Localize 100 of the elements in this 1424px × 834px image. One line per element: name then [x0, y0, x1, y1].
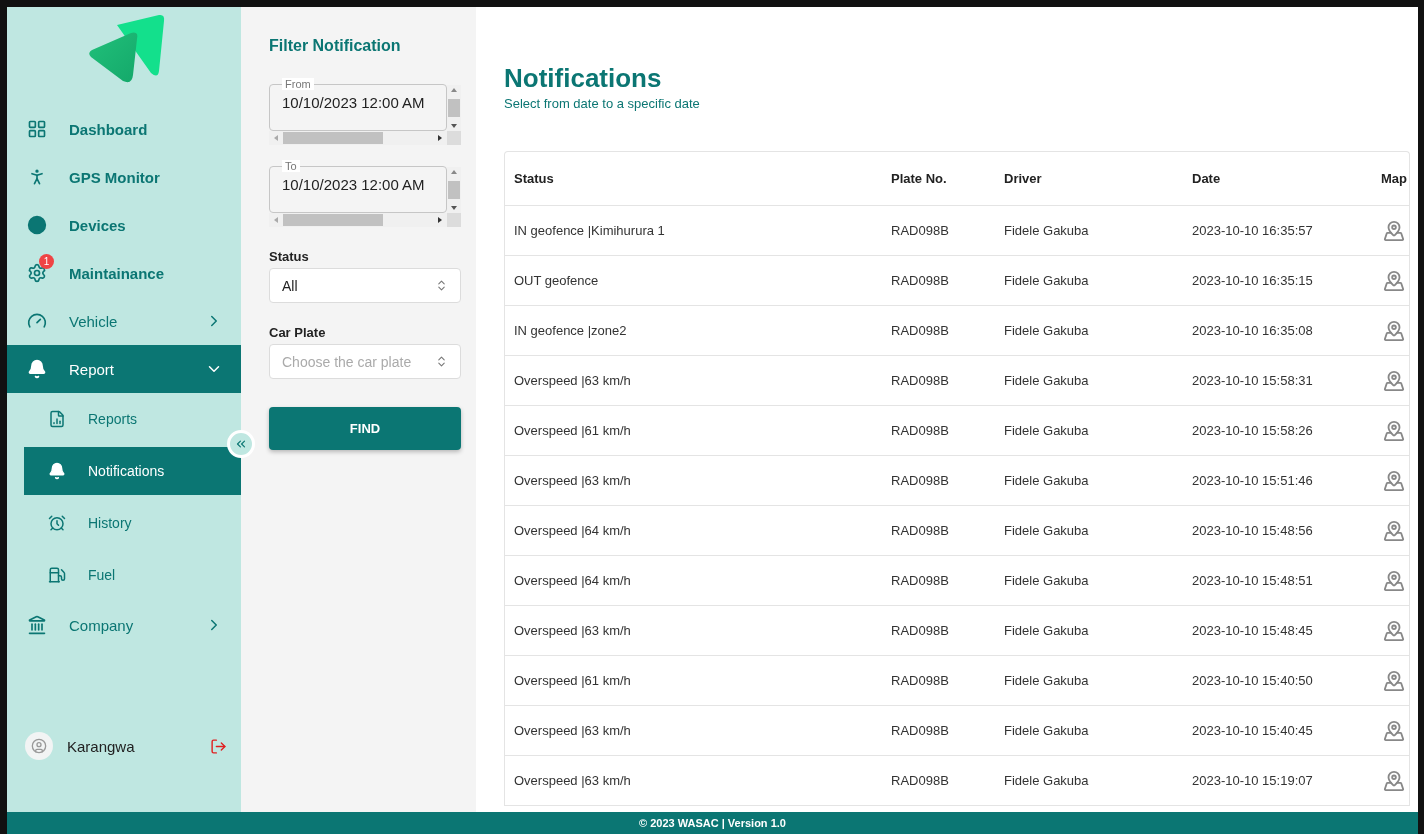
table-cell-text: Overspeed |63 km/h: [514, 773, 632, 788]
scroll-left-arrow-icon[interactable]: [273, 217, 279, 223]
column-header: Date: [1192, 171, 1222, 186]
table-cell-text: RAD098B: [891, 723, 950, 738]
table-cell-text: Fidele Gakuba: [1004, 523, 1090, 538]
sidebar-item[interactable]: Dashboard: [7, 105, 241, 153]
table-cell-text: Fidele Gakuba: [1004, 623, 1090, 638]
table-cell-text: IN geofence |zone2: [514, 323, 628, 338]
table-cell-text: 2023-10-10 15:48:51: [1192, 573, 1314, 588]
table-cell-text: Fidele Gakuba: [1004, 273, 1090, 288]
table-cell-text: 2023-10-10 15:58:26: [1192, 423, 1314, 438]
table-cell-text: RAD098B: [891, 673, 950, 688]
map-pin-icon[interactable]: [1383, 669, 1405, 692]
bell-icon: [48, 462, 66, 480]
column-header: Status: [514, 171, 555, 186]
scroll-down-arrow-icon[interactable]: [451, 205, 457, 211]
table-cell-text: Fidele Gakuba: [1004, 323, 1090, 338]
settings-icon: [27, 263, 47, 283]
map-pin-icon[interactable]: [1383, 219, 1405, 242]
table-cell-text: 2023-10-10 15:48:45: [1192, 623, 1314, 638]
field-label: Car Plate: [269, 325, 327, 340]
sidebar-subitem[interactable]: Fuel: [24, 551, 241, 599]
table-cell-text: 2023-10-10 15:51:46: [1192, 473, 1314, 488]
scroll-right-arrow-icon[interactable]: [437, 217, 443, 223]
map-pin-icon[interactable]: [1383, 569, 1405, 592]
fuel-icon: [48, 566, 66, 584]
column-header: Map: [1381, 171, 1408, 186]
footer: © 2023 WASAC | Version 1.0: [7, 812, 1418, 834]
horizontal-scrollbar[interactable]: [269, 213, 447, 227]
table-cell-text: Fidele Gakuba: [1004, 573, 1090, 588]
table-cell-text: Overspeed |63 km/h: [514, 723, 632, 738]
date-input-field[interactable]: To 10/10/2023 12:00 AM: [269, 160, 447, 213]
logout-icon[interactable]: [210, 737, 227, 755]
table-cell-text: Overspeed |63 km/h: [514, 373, 632, 388]
sidebar-item[interactable]: Devices: [7, 201, 241, 249]
sidebar-item[interactable]: GPS Monitor: [7, 153, 241, 201]
scroll-left-arrow-icon[interactable]: [273, 135, 279, 141]
double-chevron-left-icon: [234, 437, 248, 451]
table-cell-text: Fidele Gakuba: [1004, 673, 1090, 688]
table-cell-text: 2023-10-10 15:58:31: [1192, 373, 1314, 388]
map-pin-icon[interactable]: [1383, 419, 1405, 442]
sidebar-item[interactable]: Vehicle: [7, 297, 241, 345]
table-cell-text: Overspeed |63 km/h: [514, 623, 632, 638]
gauge-icon: [27, 311, 47, 331]
sidebar-item[interactable]: Report: [7, 345, 241, 393]
scroll-up-arrow-icon[interactable]: [451, 87, 457, 93]
scrollbar-corner: [447, 213, 461, 227]
up-down-chevron-icon: [435, 355, 448, 368]
status-select[interactable]: All: [269, 268, 461, 303]
map-pin-icon[interactable]: [1383, 619, 1405, 642]
sidebar-subitem[interactable]: Notifications: [24, 447, 241, 495]
sidebar-subitem[interactable]: History: [24, 499, 241, 547]
table-cell-text: Fidele Gakuba: [1004, 723, 1090, 738]
horizontal-scrollbar[interactable]: [269, 131, 447, 145]
field-label: From: [282, 78, 314, 90]
up-down-chevron-icon: [435, 279, 448, 292]
table-cell-text: 2023-10-10 15:19:07: [1192, 773, 1314, 788]
map-pin-icon[interactable]: [1383, 269, 1405, 292]
table-cell-text: 2023-10-10 15:48:56: [1192, 523, 1314, 538]
field-label: To: [282, 160, 300, 172]
dashboard-icon: [27, 119, 47, 139]
table-cell-text: RAD098B: [891, 773, 950, 788]
user-name: Karangwa: [67, 737, 136, 755]
map-pin-icon[interactable]: [1383, 469, 1405, 492]
table-cell-text: 2023-10-10 16:35:08: [1192, 323, 1314, 338]
table-cell-text: IN geofence |Kimihurura 1: [514, 223, 666, 238]
map-pin-icon[interactable]: [1383, 769, 1405, 792]
table-cell-text: Overspeed |61 km/h: [514, 673, 632, 688]
date-input-field[interactable]: From 10/10/2023 12:00 AM: [269, 78, 447, 131]
table-cell-text: RAD098B: [891, 223, 950, 238]
map-pin-icon[interactable]: [1383, 719, 1405, 742]
table-cell-text: Overspeed |64 km/h: [514, 573, 632, 588]
map-pin-icon[interactable]: [1383, 319, 1405, 342]
table-cell-text: 2023-10-10 15:40:50: [1192, 673, 1314, 688]
column-header: Plate No.: [891, 171, 948, 186]
chart-document-icon: [48, 410, 66, 428]
table-cell-text: Fidele Gakuba: [1004, 473, 1090, 488]
field-label: Status: [269, 249, 310, 264]
page-title: Notifications: [504, 63, 663, 94]
sidebar-item[interactable]: 1 Maintainance: [7, 249, 241, 297]
scroll-right-arrow-icon[interactable]: [437, 135, 443, 141]
vertical-scrollbar[interactable]: [447, 167, 461, 213]
sidebar-item[interactable]: Company: [7, 601, 241, 649]
bank-icon: [27, 615, 47, 635]
table-cell-text: RAD098B: [891, 373, 950, 388]
map-pin-icon[interactable]: [1383, 519, 1405, 542]
collapse-button[interactable]: [227, 430, 255, 458]
table-cell-text: Overspeed |61 km/h: [514, 423, 632, 438]
map-pin-icon[interactable]: [1383, 369, 1405, 392]
scroll-down-arrow-icon[interactable]: [451, 123, 457, 129]
bell-icon: [27, 359, 47, 379]
table-cell-text: Fidele Gakuba: [1004, 423, 1090, 438]
table-cell-text: RAD098B: [891, 523, 950, 538]
table-cell-text: RAD098B: [891, 273, 950, 288]
sidebar-subitem[interactable]: Reports: [24, 395, 241, 443]
table-cell-text: 2023-10-10 16:35:15: [1192, 273, 1314, 288]
find-button[interactable]: FIND: [269, 407, 461, 450]
scroll-up-arrow-icon[interactable]: [451, 169, 457, 175]
car-plate-select[interactable]: Choose the car plate: [269, 344, 461, 379]
vertical-scrollbar[interactable]: [447, 85, 461, 131]
